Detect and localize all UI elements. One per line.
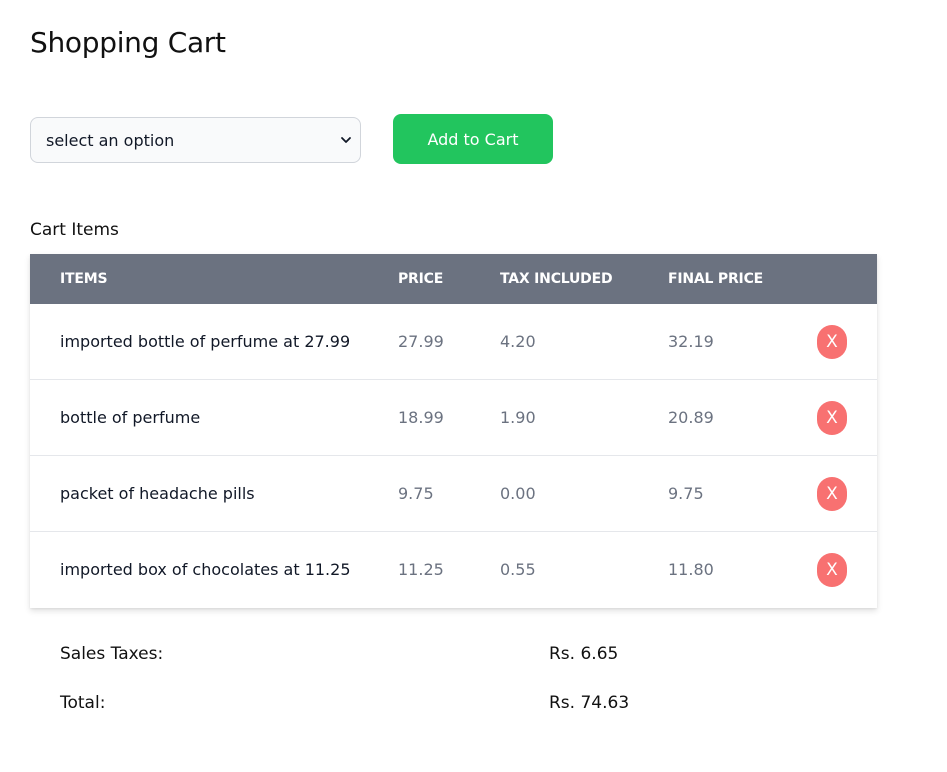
item-price: 9.75: [398, 484, 434, 503]
column-header-price: PRICE: [398, 271, 444, 287]
item-price: 18.99: [398, 408, 444, 427]
remove-item-button[interactable]: X: [817, 553, 847, 587]
item-final-price: 9.75: [668, 484, 704, 503]
item-final-price: 20.89: [668, 408, 714, 427]
item-tax: 0.55: [500, 560, 536, 579]
item-name: bottle of perfume: [60, 408, 201, 427]
chevron-down-icon: [341, 136, 351, 143]
remove-item-button[interactable]: X: [817, 401, 847, 435]
item-name: imported box of chocolates at 11.25: [60, 560, 351, 579]
table-row: imported box of chocolates at 11.25 11.2…: [30, 532, 877, 608]
item-select-value: select an option: [46, 130, 175, 150]
table-row: packet of headache pills 9.75 0.00 9.75 …: [30, 456, 877, 532]
column-header-items: ITEMS: [60, 271, 108, 287]
table-row: imported bottle of perfume at 27.99 27.9…: [30, 304, 877, 380]
item-tax: 0.00: [500, 484, 536, 503]
remove-item-button[interactable]: X: [817, 477, 847, 511]
table-header: ITEMS PRICE TAX INCLUDED FINAL PRICE: [30, 254, 877, 304]
cart-items-heading: Cart Items: [30, 220, 119, 240]
item-name: packet of headache pills: [60, 484, 255, 503]
cart-summary: Sales Taxes: Rs. 6.65 Total: Rs. 74.63: [60, 644, 760, 742]
column-header-tax-included: TAX INCLUDED: [500, 271, 613, 287]
item-select[interactable]: select an option: [30, 116, 361, 163]
item-final-price: 11.80: [668, 560, 714, 579]
item-tax: 4.20: [500, 332, 536, 351]
cart-table: ITEMS PRICE TAX INCLUDED FINAL PRICE imp…: [30, 254, 877, 608]
item-tax: 1.90: [500, 408, 536, 427]
remove-item-button[interactable]: X: [817, 325, 847, 359]
total-row: Total: Rs. 74.63: [60, 693, 760, 742]
page-title: Shopping Cart: [30, 26, 226, 59]
sales-taxes-row: Sales Taxes: Rs. 6.65: [60, 644, 760, 693]
column-header-final-price: FINAL PRICE: [668, 271, 764, 287]
total-value: Rs. 74.63: [549, 693, 630, 713]
table-row: bottle of perfume 18.99 1.90 20.89 X: [30, 380, 877, 456]
total-label: Total:: [60, 693, 106, 713]
item-name: imported bottle of perfume at 27.99: [60, 332, 351, 351]
sales-taxes-value: Rs. 6.65: [549, 644, 619, 664]
item-price: 11.25: [398, 560, 444, 579]
sales-taxes-label: Sales Taxes:: [60, 644, 164, 664]
add-to-cart-button[interactable]: Add to Cart: [393, 114, 553, 164]
cart-controls: select an option Add to Cart: [30, 114, 553, 164]
item-price: 27.99: [398, 332, 444, 351]
item-final-price: 32.19: [668, 332, 714, 351]
